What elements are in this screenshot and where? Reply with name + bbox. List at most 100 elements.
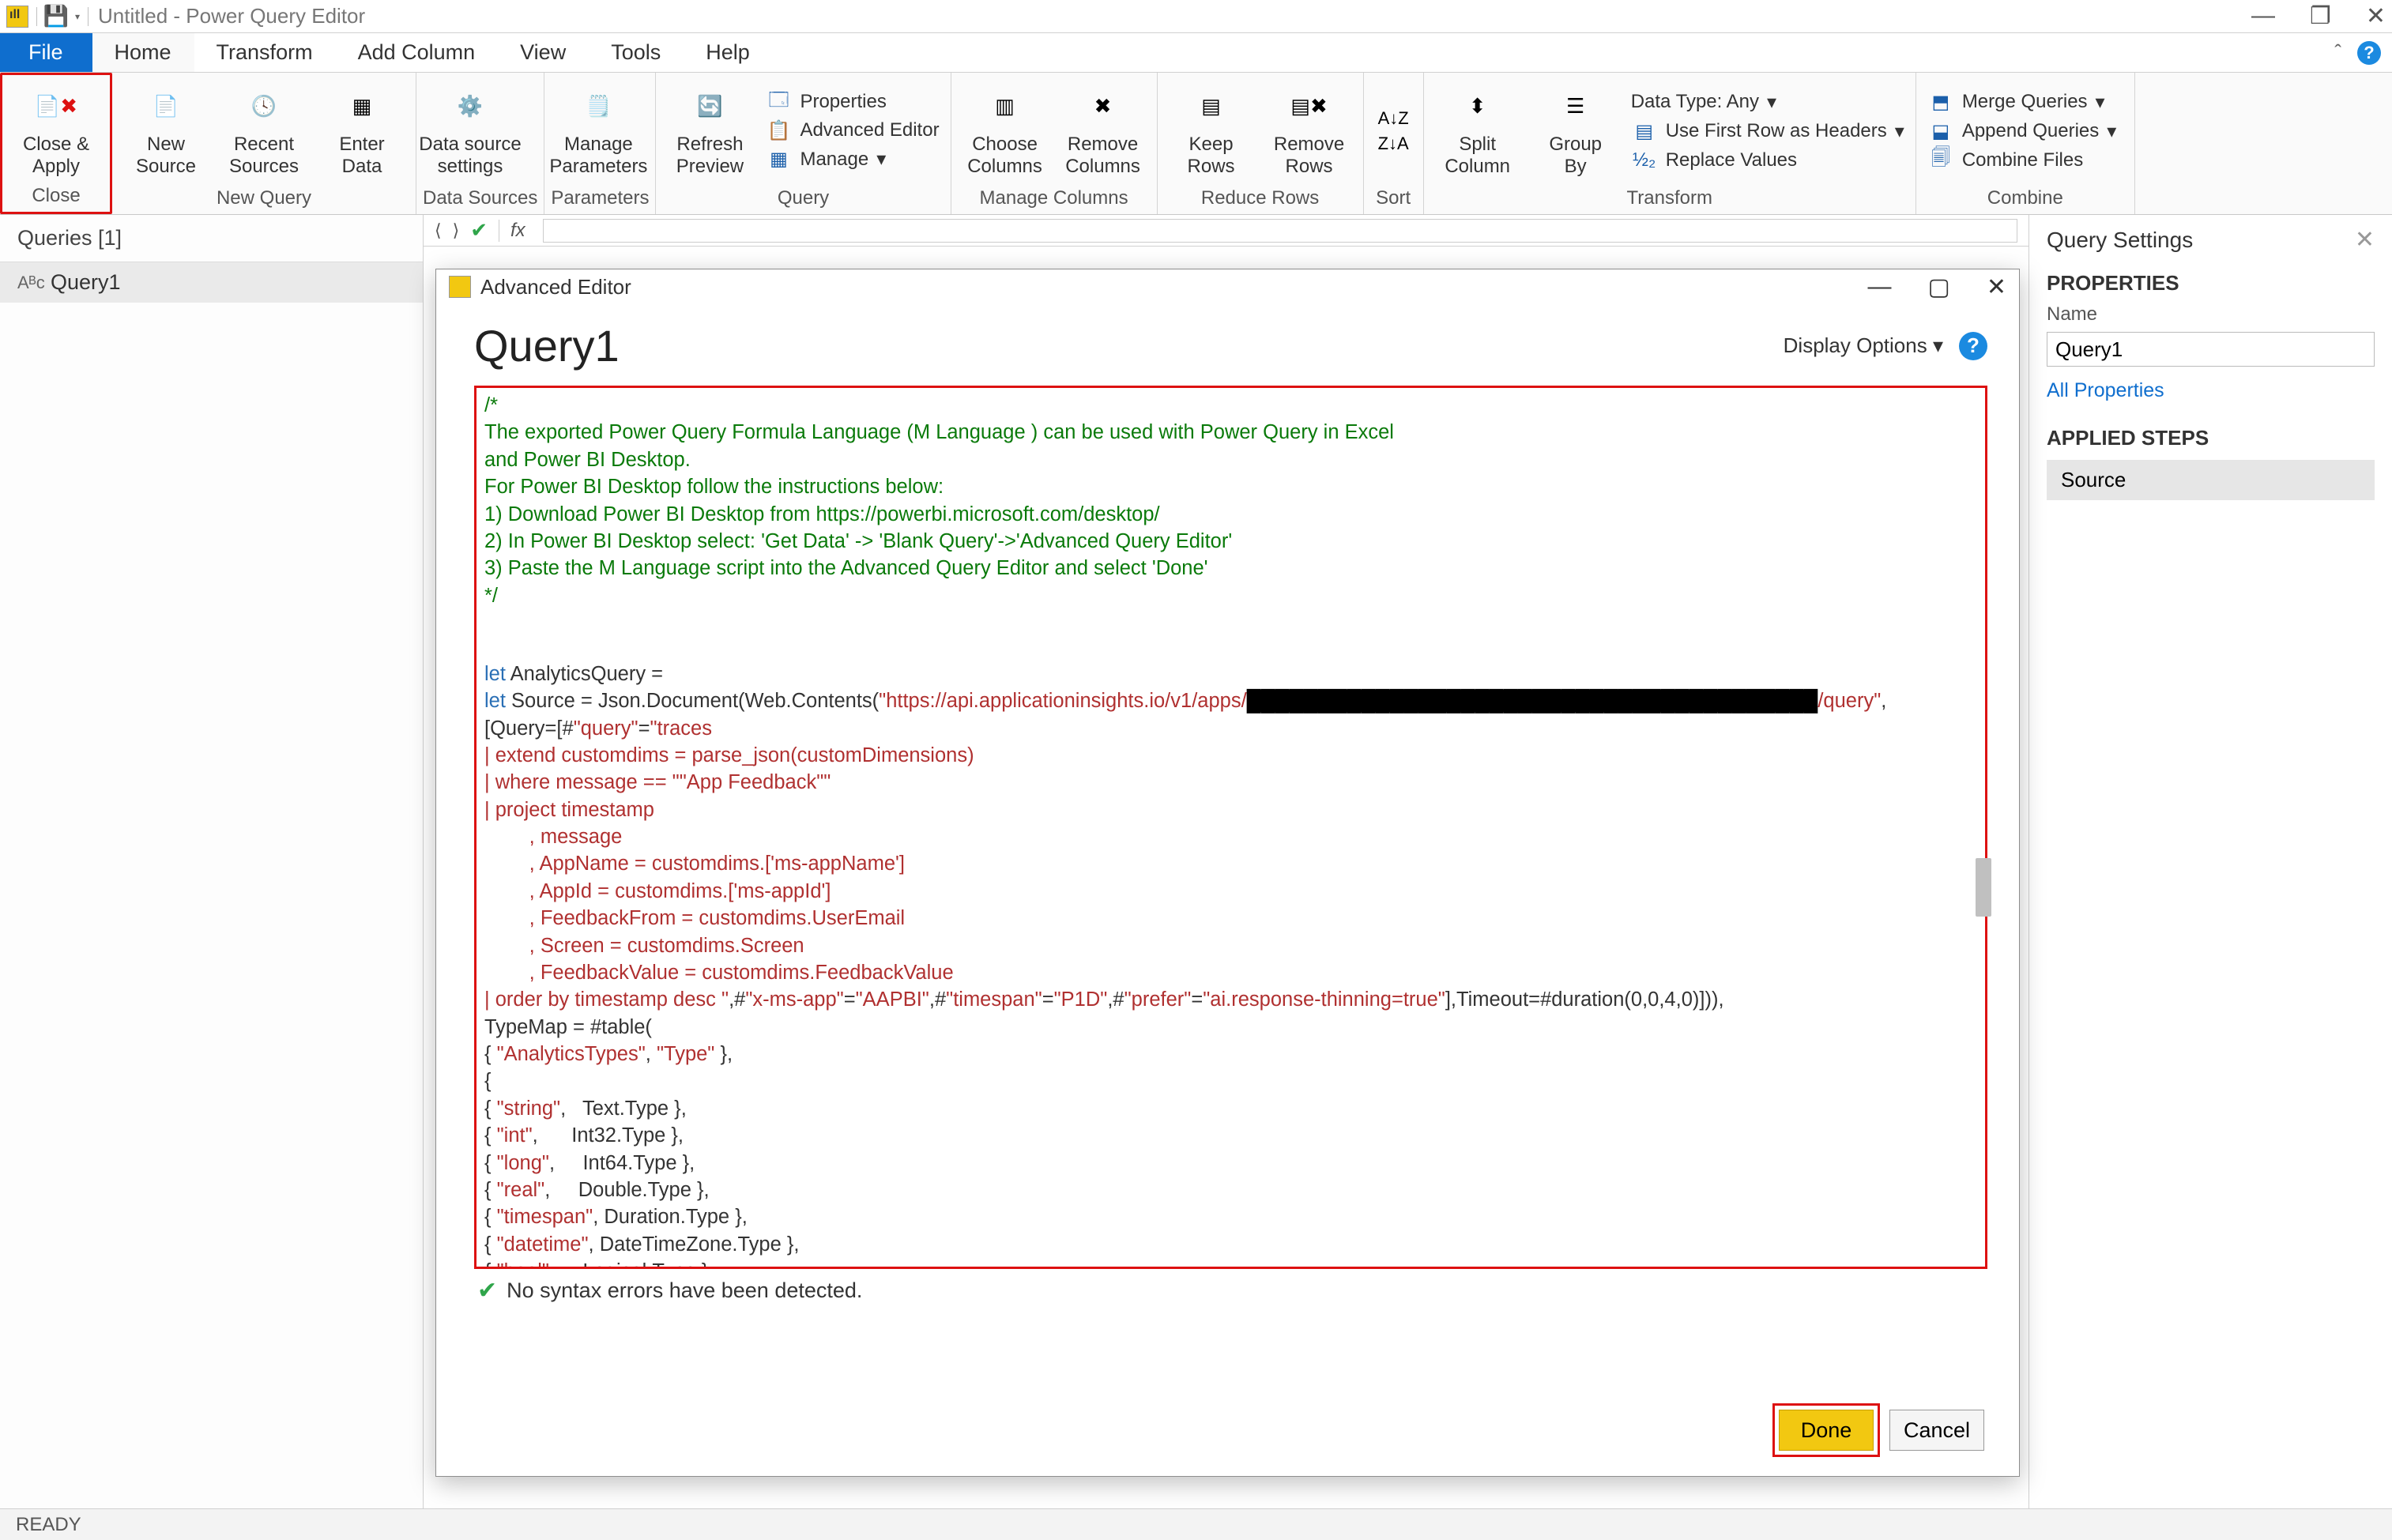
replace-values-button[interactable]: ½₂Replace Values <box>1626 148 1909 173</box>
sort-desc-button[interactable]: Z↓A <box>1378 134 1409 154</box>
refresh-preview-button[interactable]: 🔄Refresh Preview <box>662 77 757 184</box>
status-text: READY <box>16 1514 81 1536</box>
new-source-button[interactable]: 📄New Source <box>119 77 213 184</box>
dialog-maximize-button[interactable]: ▢ <box>1928 273 1950 301</box>
query-item-label: Query1 <box>51 270 121 295</box>
ribbon-group-transform: ⬍Split Column ☰Group By Data Type: Any ▾… <box>1424 73 1916 214</box>
settings-header: Query Settings <box>2047 228 2193 253</box>
quick-access-toolbar: 💾 ▾ <box>6 6 89 28</box>
tab-add-column[interactable]: Add Column <box>336 33 499 72</box>
close-settings-icon[interactable]: ✕ <box>2355 226 2375 254</box>
advanced-editor-button[interactable]: 📋Advanced Editor <box>760 118 944 143</box>
queries-pane: Queries [1] Aᴮᴄ Query1 <box>0 215 424 1508</box>
formula-bar: ⟨ ⟩ ✔ fx <box>424 215 2028 247</box>
dialog-title: Advanced Editor <box>480 275 631 299</box>
window-title: Untitled - Power Query Editor <box>98 4 365 28</box>
choose-columns-button[interactable]: ▥Choose Columns <box>958 77 1053 184</box>
combine-files-button[interactable]: 🗐Combine Files <box>1923 148 2128 173</box>
close-and-apply-button[interactable]: 📄✖ Close & Apply <box>9 80 104 182</box>
manage-parameters-button[interactable]: 🗒️Manage Parameters <box>551 77 646 184</box>
text-type-icon: Aᴮᴄ <box>17 273 41 293</box>
applied-step-item[interactable]: Source <box>2047 460 2375 500</box>
dialog-titlebar: Advanced Editor — ▢ ✕ <box>436 269 2019 304</box>
ribbon-collapse-icon[interactable]: ˆ <box>2334 40 2341 65</box>
group-label: Close <box>9 182 104 212</box>
cancel-button[interactable]: Cancel <box>1889 1410 1984 1451</box>
ribbon-group-manage-columns: ▥Choose Columns ✖Remove Columns Manage C… <box>951 73 1158 214</box>
query-item[interactable]: Aᴮᴄ Query1 <box>0 262 423 303</box>
nav-forward-icon[interactable]: ⟩ <box>453 220 460 241</box>
applied-steps-heading: APPLIED STEPS <box>2047 426 2375 450</box>
group-label: Query <box>662 184 944 214</box>
group-label: Reduce Rows <box>1164 184 1357 214</box>
ribbon-group-query: 🔄Refresh Preview 🗔Properties 📋Advanced E… <box>656 73 951 214</box>
group-label: Data Sources <box>423 184 537 214</box>
query-settings-pane: Query Settings ✕ PROPERTIES Name All Pro… <box>2028 215 2392 1508</box>
ribbon-group-close: 📄✖ Close & Apply Close <box>0 73 112 214</box>
queries-header: Queries [1] <box>0 215 423 262</box>
nav-back-icon[interactable]: ⟨ <box>435 220 442 241</box>
ribbon-tabs: File Home Transform Add Column View Tool… <box>0 33 2392 73</box>
first-row-headers-button[interactable]: ▤Use First Row as Headers ▾ <box>1626 119 1909 145</box>
query-name-input[interactable] <box>2047 332 2375 367</box>
enter-data-button[interactable]: ▦Enter Data <box>315 77 409 184</box>
save-icon[interactable]: 💾 <box>45 6 67 28</box>
remove-columns-button[interactable]: ✖Remove Columns <box>1056 77 1151 184</box>
ribbon-group-new-query: 📄New Source 🕓Recent Sources ▦Enter Data … <box>112 73 416 214</box>
powerbi-icon <box>449 276 471 298</box>
data-type-dropdown[interactable]: Data Type: Any ▾ <box>1626 89 1909 115</box>
minimize-button[interactable]: — <box>2251 2 2275 30</box>
group-label: Sort <box>1370 184 1417 214</box>
scrollbar-handle[interactable] <box>1976 858 1991 917</box>
dialog-close-button[interactable]: ✕ <box>1987 273 2006 301</box>
maximize-button[interactable]: ❐ <box>2310 2 2331 30</box>
separator <box>36 7 37 26</box>
properties-heading: PROPERTIES <box>2047 271 2375 296</box>
group-label: Transform <box>1430 184 1909 214</box>
check-icon[interactable]: ✔ <box>470 218 488 243</box>
tab-view[interactable]: View <box>498 33 589 72</box>
help-icon[interactable]: ? <box>1959 332 1987 360</box>
formula-input[interactable] <box>543 219 2017 243</box>
fx-icon[interactable]: fx <box>499 220 525 242</box>
ribbon-group-parameters: 🗒️Manage Parameters Parameters <box>544 73 656 214</box>
data-source-settings-button[interactable]: ⚙️Data source settings <box>423 77 518 184</box>
advanced-editor-dialog: Advanced Editor — ▢ ✕ Query1 Display Opt… <box>435 269 2020 1477</box>
qat-dropdown-icon[interactable]: ▾ <box>75 11 80 22</box>
properties-button[interactable]: 🗔Properties <box>760 89 944 115</box>
sort-asc-button[interactable]: A↓Z <box>1378 108 1409 129</box>
title-bar: 💾 ▾ Untitled - Power Query Editor — ❐ ✕ <box>0 0 2392 33</box>
powerbi-icon <box>6 6 28 28</box>
check-icon: ✔ <box>477 1277 497 1305</box>
tab-help[interactable]: Help <box>684 33 773 72</box>
display-options-dropdown[interactable]: Display Options ▾ <box>1784 333 1943 358</box>
window-controls: — ❐ ✕ <box>2251 2 2386 30</box>
dialog-minimize-button[interactable]: — <box>1868 273 1892 301</box>
help-icon[interactable]: ? <box>2357 41 2381 65</box>
ribbon-group-reduce-rows: ▤Keep Rows ▤✖Remove Rows Reduce Rows <box>1158 73 1364 214</box>
split-column-button[interactable]: ⬍Split Column <box>1430 77 1525 184</box>
done-button[interactable]: Done <box>1779 1410 1874 1451</box>
merge-queries-button[interactable]: ⬒Merge Queries ▾ <box>1923 89 2128 115</box>
tab-tools[interactable]: Tools <box>589 33 684 72</box>
tab-transform[interactable]: Transform <box>194 33 336 72</box>
tab-file[interactable]: File <box>0 33 92 72</box>
close-window-button[interactable]: ✕ <box>2366 2 2386 30</box>
name-label: Name <box>2047 303 2375 326</box>
recent-sources-button[interactable]: 🕓Recent Sources <box>217 77 311 184</box>
ribbon-group-data-sources: ⚙️Data source settings Data Sources <box>416 73 544 214</box>
ribbon-group-combine: ⬒Merge Queries ▾ ⬓Append Queries ▾ 🗐Comb… <box>1916 73 2135 214</box>
group-label: New Query <box>119 184 409 214</box>
manage-button[interactable]: ▦Manage ▾ <box>760 146 944 172</box>
group-label: Parameters <box>551 184 649 214</box>
separator <box>88 7 89 26</box>
ribbon: 📄✖ Close & Apply Close 📄New Source 🕓Rece… <box>0 73 2392 215</box>
group-by-button[interactable]: ☰Group By <box>1528 77 1623 184</box>
keep-rows-button[interactable]: ▤Keep Rows <box>1164 77 1259 184</box>
group-label: Combine <box>1923 184 2128 214</box>
all-properties-link[interactable]: All Properties <box>2047 379 2375 402</box>
tab-home[interactable]: Home <box>92 33 194 72</box>
code-editor[interactable]: /* The exported Power Query Formula Lang… <box>477 388 1985 1267</box>
append-queries-button[interactable]: ⬓Append Queries ▾ <box>1923 119 2128 145</box>
remove-rows-button[interactable]: ▤✖Remove Rows <box>1262 77 1357 184</box>
